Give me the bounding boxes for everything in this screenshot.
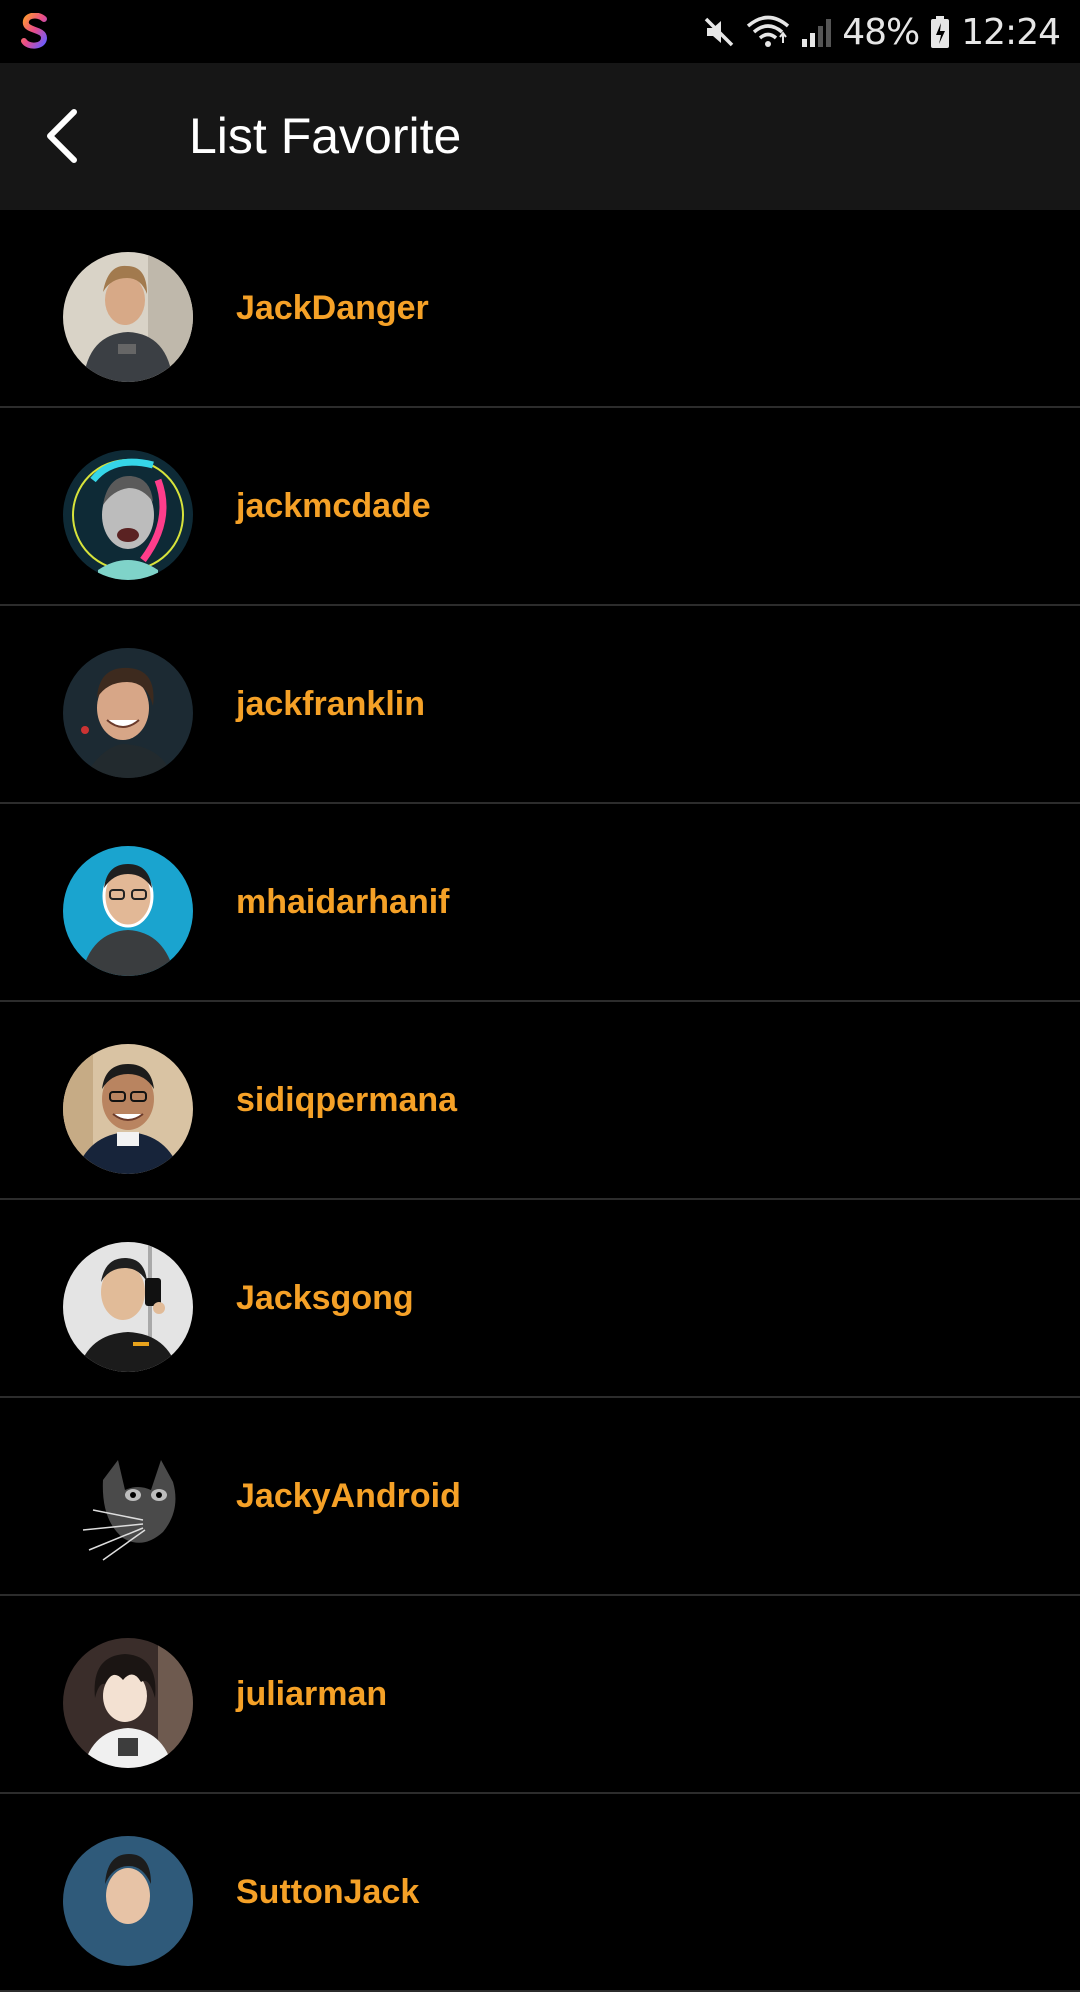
list-item[interactable]: SuttonJack bbox=[0, 1794, 1080, 1992]
avatar bbox=[63, 1044, 193, 1174]
mute-icon bbox=[704, 17, 734, 47]
signal-icon bbox=[802, 19, 832, 47]
avatar bbox=[63, 1242, 193, 1372]
page-title: List Favorite bbox=[189, 108, 462, 164]
favorites-list: JackDanger jackmcdade jackfranklin mhaid… bbox=[0, 210, 1080, 1992]
avatar bbox=[63, 648, 193, 778]
avatar bbox=[63, 450, 193, 580]
username: jackmcdade bbox=[236, 487, 431, 525]
battery-percent: 48% bbox=[842, 11, 920, 53]
app-logo-icon bbox=[21, 13, 48, 49]
username: SuttonJack bbox=[236, 1873, 420, 1911]
wifi-icon bbox=[747, 15, 790, 47]
avatar bbox=[63, 1638, 193, 1768]
username: JackyAndroid bbox=[236, 1477, 461, 1515]
list-item[interactable]: juliarman bbox=[0, 1596, 1080, 1794]
username: juliarman bbox=[236, 1675, 388, 1713]
list-item[interactable]: JackyAndroid bbox=[0, 1398, 1080, 1596]
battery-icon bbox=[931, 16, 950, 48]
avatar bbox=[63, 1440, 193, 1570]
app-bar: List Favorite bbox=[0, 63, 1080, 210]
list-item[interactable]: jackmcdade bbox=[0, 408, 1080, 606]
username: JackDanger bbox=[236, 289, 429, 327]
list-item[interactable]: mhaidarhanif bbox=[0, 804, 1080, 1002]
list-item[interactable]: jackfranklin bbox=[0, 606, 1080, 804]
username: Jacksgong bbox=[236, 1279, 414, 1317]
back-button[interactable] bbox=[22, 96, 102, 176]
list-item[interactable]: Jacksgong bbox=[0, 1200, 1080, 1398]
clock: 12:24 bbox=[961, 11, 1061, 53]
username: jackfranklin bbox=[236, 685, 425, 723]
avatar bbox=[63, 252, 193, 382]
chevron-left-icon bbox=[47, 109, 77, 163]
list-item[interactable]: sidiqpermana bbox=[0, 1002, 1080, 1200]
username: mhaidarhanif bbox=[236, 883, 450, 921]
avatar bbox=[63, 1836, 193, 1966]
status-bar: 48% 12:24 bbox=[0, 0, 1080, 63]
status-icons: 48% 12:24 bbox=[702, 8, 1061, 56]
avatar bbox=[63, 846, 193, 976]
list-item[interactable]: JackDanger bbox=[0, 210, 1080, 408]
username: sidiqpermana bbox=[236, 1081, 458, 1119]
